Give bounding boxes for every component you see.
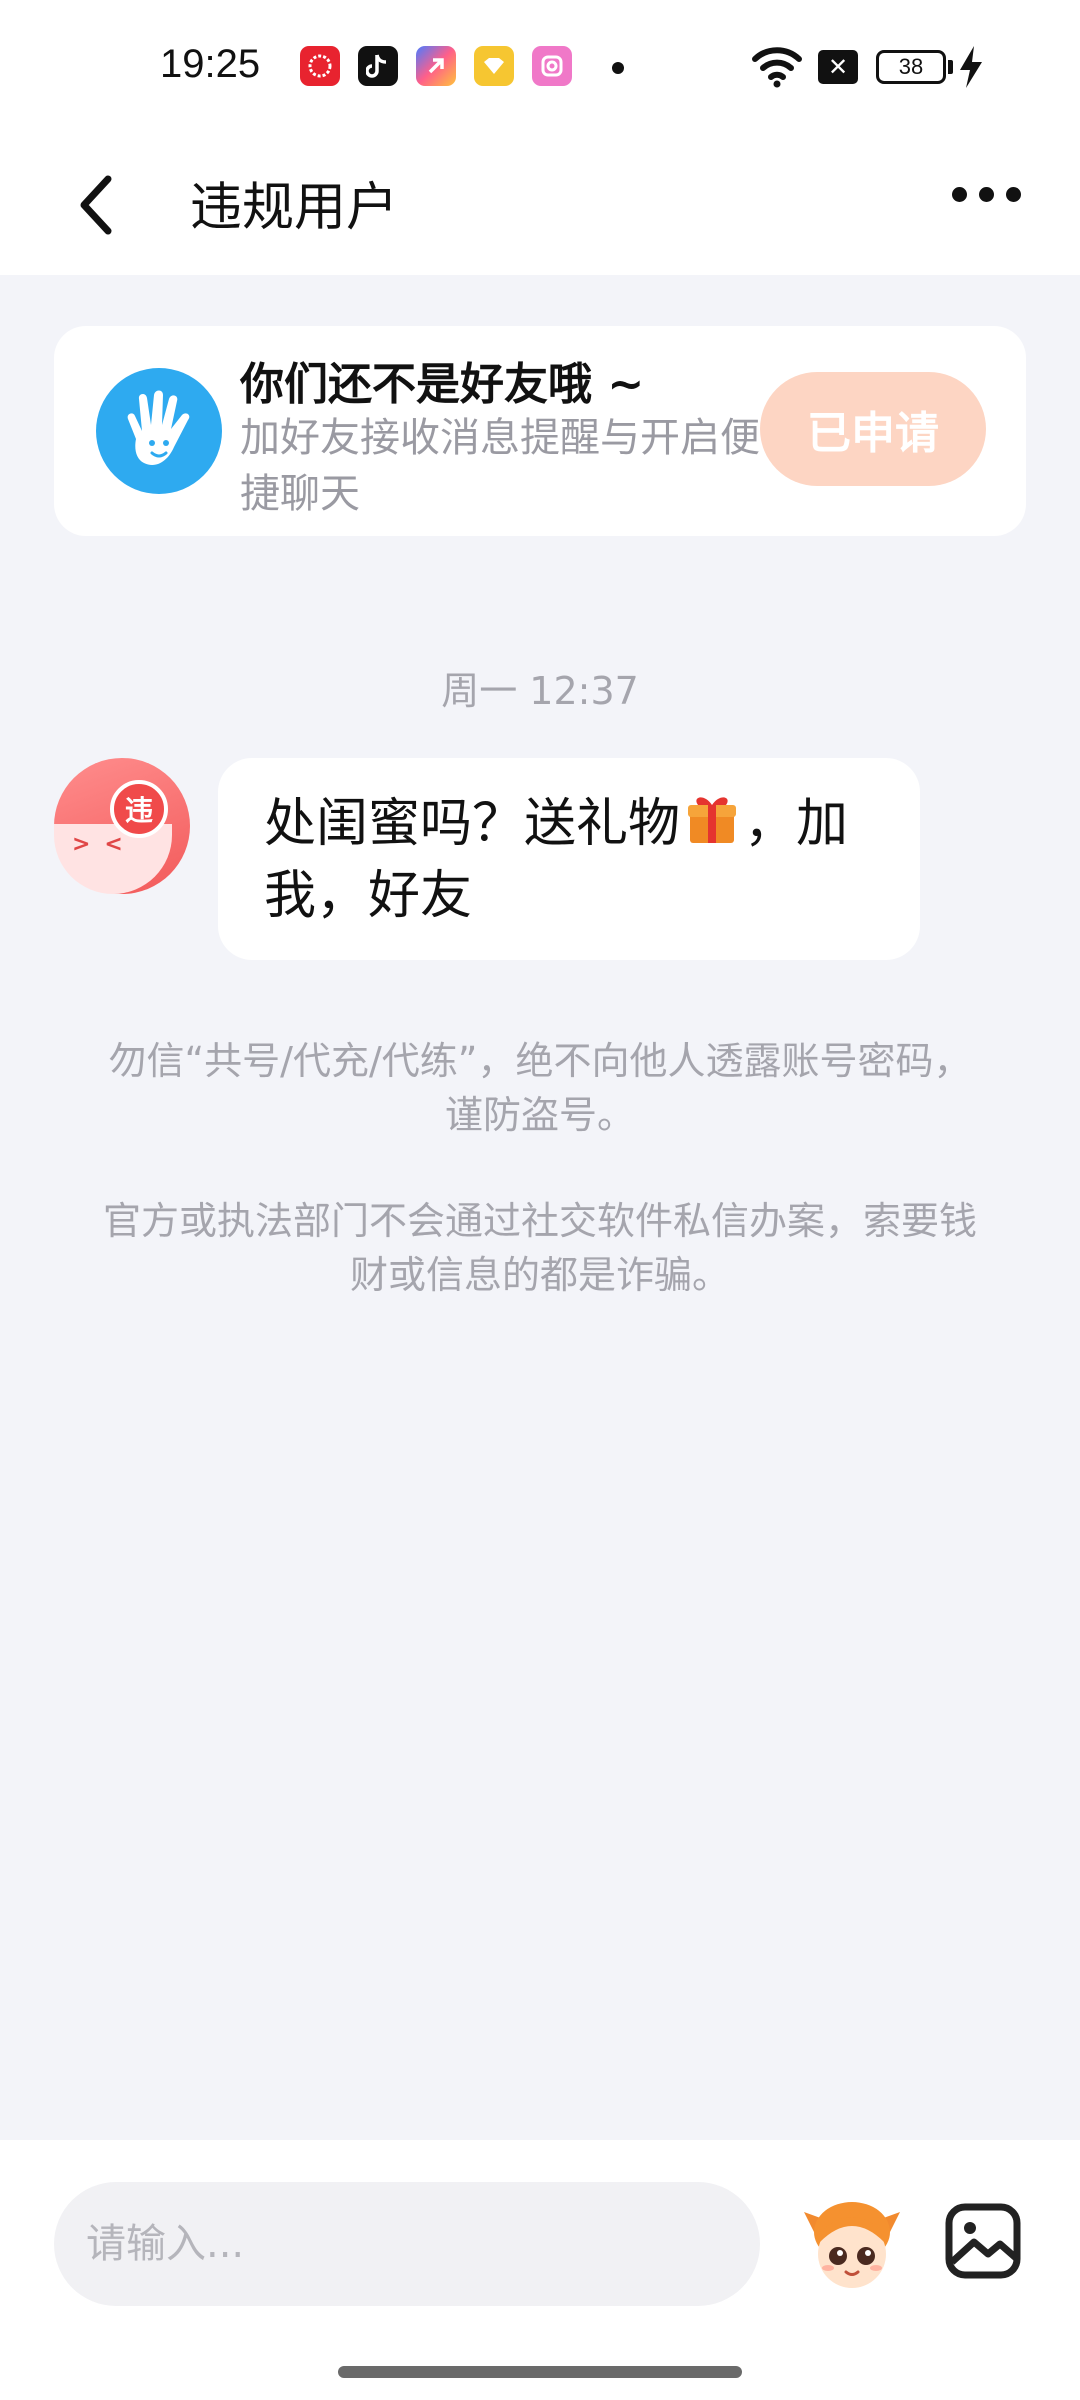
wifi-icon bbox=[752, 47, 802, 88]
battery-icon: 38 bbox=[876, 50, 946, 84]
sender-avatar[interactable]: >< 违 bbox=[54, 758, 190, 894]
message-text: 处闺蜜吗？送礼物 ，加我，好友 bbox=[264, 788, 874, 932]
red-app-icon bbox=[300, 46, 340, 86]
message-input-bar bbox=[0, 2140, 1080, 2400]
message-timestamp: 周一 12:37 bbox=[441, 669, 639, 713]
tiktok-icon bbox=[358, 46, 398, 86]
charging-bolt-icon bbox=[960, 46, 982, 88]
no-sim-icon: ✕ bbox=[818, 50, 858, 84]
battery-cap bbox=[948, 60, 953, 74]
image-picker-icon[interactable] bbox=[944, 2202, 1022, 2280]
mascot-sticker-icon[interactable] bbox=[800, 2192, 904, 2296]
add-friend-description: 加好友接收消息提醒与开启便捷聊天 bbox=[240, 415, 760, 517]
add-friend-card: 你们还不是好友哦 ~ 加好友接收消息提醒与开启便捷聊天 已申请 bbox=[54, 326, 1026, 536]
waving-hand-icon bbox=[96, 368, 222, 494]
pink-app-icon bbox=[532, 46, 572, 86]
chevron-left-icon[interactable] bbox=[70, 165, 120, 245]
gift-icon bbox=[688, 797, 737, 843]
anti-fraud-notice: 官方或执法部门不会通过社交软件私信办案，索要钱财或信息的都是诈骗。 bbox=[102, 1199, 977, 1297]
status-bar: 19:25 ✕ 38 bbox=[0, 0, 1080, 135]
status-time: 19:25 bbox=[160, 42, 261, 86]
anti-theft-notice: 勿信“共号/代充/代练”，绝不向他人透露账号密码，谨防盗号。 bbox=[108, 1039, 972, 1137]
not-friends-title: 你们还不是好友哦 ~ bbox=[240, 359, 645, 410]
page-title: 违规用户 bbox=[190, 178, 399, 238]
yellow-app-icon bbox=[474, 46, 514, 86]
top-navigation-bar: 违规用户 bbox=[0, 135, 1080, 275]
gradient-app-icon bbox=[416, 46, 456, 86]
applied-button[interactable]: 已申请 bbox=[760, 372, 986, 486]
notification-dot bbox=[612, 62, 624, 74]
message-input[interactable] bbox=[54, 2182, 760, 2306]
violation-badge: 违 bbox=[110, 780, 168, 838]
home-indicator[interactable] bbox=[338, 2366, 742, 2378]
battery-level: 38 bbox=[898, 54, 924, 79]
more-dots-icon[interactable] bbox=[952, 187, 1021, 202]
message-text-part1: 处闺蜜吗？送礼物 bbox=[264, 794, 681, 854]
message-bubble[interactable]: 处闺蜜吗？送礼物 ，加我，好友 bbox=[218, 758, 920, 960]
